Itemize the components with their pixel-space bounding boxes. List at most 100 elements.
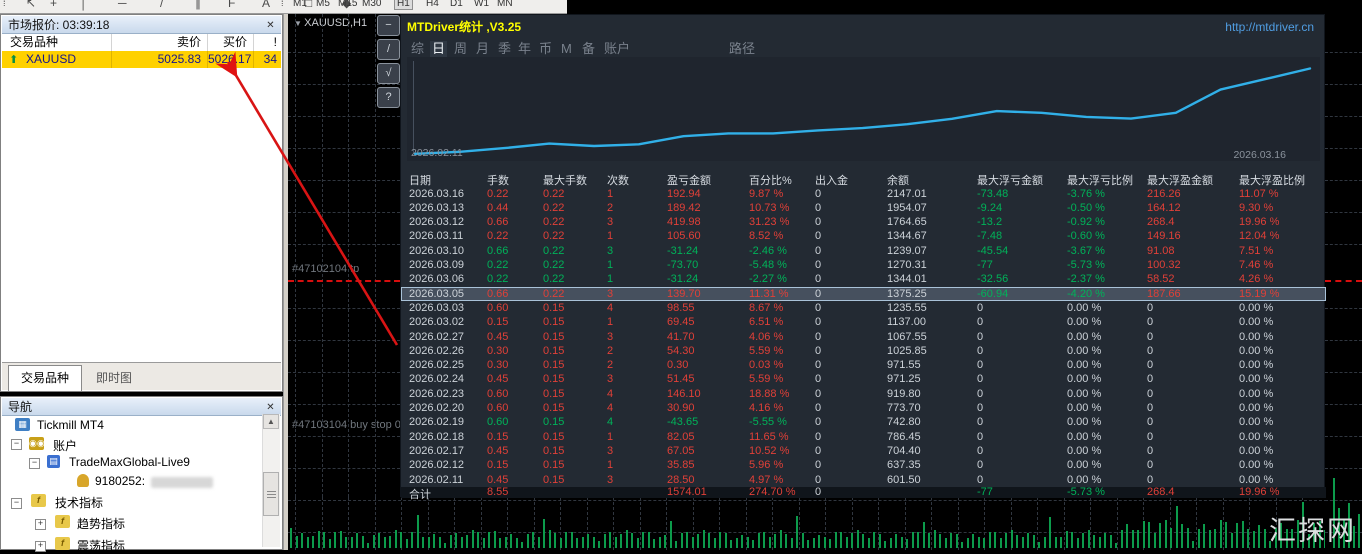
- market-watch-titlebar[interactable]: 市场报价: 03:39:18 ✕: [2, 16, 281, 34]
- fibonacci-icon[interactable]: F: [228, 0, 235, 10]
- stats-row-2026.02.11[interactable]: 2026.02.110.450.15328.504.97 %0601.5000.…: [401, 473, 1326, 487]
- timeframe-mn[interactable]: MN: [497, 0, 513, 9]
- vline-icon[interactable]: │: [80, 0, 88, 10]
- timeframe-h1[interactable]: H1: [394, 0, 413, 10]
- stats-row-2026.02.20[interactable]: 2026.02.200.600.15430.904.16 %0773.7000.…: [401, 401, 1326, 415]
- tree-item-indicators[interactable]: 技术指标: [55, 494, 103, 511]
- stats-row-2026.03.02[interactable]: 2026.03.020.150.15169.456.51 %01137.0000…: [401, 315, 1326, 329]
- gridline: [1325, 52, 1362, 53]
- stats-row-2026.03.06[interactable]: 2026.03.060.220.221-31.24-2.27 %01344.01…: [401, 272, 1326, 286]
- stats-tab-7[interactable]: M: [559, 41, 574, 57]
- timeframe-h4[interactable]: H4: [426, 0, 439, 9]
- tree-item-broker[interactable]: Tickmill MT4: [37, 418, 104, 432]
- stats-row-2026.02.18[interactable]: 2026.02.180.150.15182.0511.65 %0786.4500…: [401, 430, 1326, 444]
- close-icon[interactable]: ✕: [264, 19, 277, 32]
- cell: 0: [977, 345, 983, 357]
- timeframe-m15[interactable]: M15: [338, 0, 357, 9]
- text-icon[interactable]: A: [262, 0, 270, 10]
- stats-row-2026.02.24[interactable]: 2026.02.240.450.15351.455.59 %0971.2500.…: [401, 372, 1326, 386]
- stats-tab-2[interactable]: 周: [452, 41, 469, 57]
- timeframe-m1[interactable]: M1: [293, 0, 307, 9]
- total-cell: -77: [977, 486, 993, 498]
- cell: 0: [1147, 359, 1153, 371]
- column-ask[interactable]: 买价: [208, 34, 254, 51]
- channel-icon[interactable]: ∥: [195, 0, 201, 10]
- volume-bar: [802, 533, 804, 548]
- expand-icon[interactable]: +: [35, 541, 46, 552]
- volume-bar: [290, 528, 292, 548]
- timeframe-w1[interactable]: W1: [474, 0, 489, 9]
- cell: 4.26 %: [1239, 273, 1273, 285]
- trendline-icon[interactable]: /: [377, 39, 400, 60]
- column-symbol[interactable]: 交易品种: [2, 34, 112, 51]
- volume-bar: [1077, 538, 1079, 548]
- cell: 704.40: [887, 445, 921, 457]
- cursor-icon[interactable]: ↖: [26, 0, 36, 10]
- cell: 0.00 %: [1067, 345, 1101, 357]
- stats-row-2026.03.03[interactable]: 2026.03.030.600.15498.558.67 %01235.5500…: [401, 301, 1326, 315]
- navigator-titlebar[interactable]: 导航 ✕: [2, 398, 281, 416]
- collapse-icon[interactable]: −: [11, 498, 22, 509]
- stats-row-2026.03.13[interactable]: 2026.03.130.440.222189.4210.73 %01954.07…: [401, 201, 1326, 215]
- collapse-icon[interactable]: −: [11, 439, 22, 450]
- stats-row-2026.02.26[interactable]: 2026.02.260.300.15254.305.59 %01025.8500…: [401, 344, 1326, 358]
- stats-row-2026.03.11[interactable]: 2026.03.110.220.221105.608.52 %01344.67-…: [401, 229, 1326, 243]
- stats-path-button[interactable]: 路径: [729, 41, 755, 57]
- crosshair-icon[interactable]: +: [50, 0, 57, 10]
- tab-tick-chart[interactable]: 即时图: [86, 368, 142, 388]
- tab-symbols[interactable]: 交易品种: [8, 365, 82, 391]
- stats-row-2026.02.25[interactable]: 2026.02.250.300.1520.300.03 %0971.5500.0…: [401, 358, 1326, 372]
- quote-row-xauusd[interactable]: ⬆ XAUUSD 5025.83 5026.17 34: [2, 51, 281, 68]
- volume-bar: [1005, 533, 1007, 548]
- tree-item-accounts[interactable]: 账户: [53, 437, 77, 454]
- cell: 637.35: [887, 459, 921, 471]
- stats-row-2026.02.19[interactable]: 2026.02.190.600.154-43.65-5.55 %0742.800…: [401, 415, 1326, 429]
- stats-row-2026.02.27[interactable]: 2026.02.270.450.15341.704.06 %01067.5500…: [401, 330, 1326, 344]
- tree-item-account-number[interactable]: 9180252:: [95, 474, 145, 488]
- stats-row-2026.03.12[interactable]: 2026.03.120.660.223419.9831.23 %01764.65…: [401, 215, 1326, 229]
- chart-symbol-label[interactable]: ▼ XAUUSD,H1: [294, 17, 367, 29]
- timeframe-m30[interactable]: M30: [362, 0, 381, 9]
- cell: 0.45: [487, 445, 508, 457]
- timeframe-m5[interactable]: M5: [316, 0, 330, 9]
- stats-tab-6[interactable]: 币: [537, 41, 554, 57]
- column-bid[interactable]: 卖价: [112, 34, 208, 51]
- tree-item-oscillator-indicators[interactable]: 震荡指标: [77, 537, 125, 554]
- collapse-icon[interactable]: −: [29, 458, 40, 469]
- hline-icon[interactable]: ─: [118, 0, 127, 10]
- stats-row-2026.02.17[interactable]: 2026.02.170.450.15367.0510.52 %0704.4000…: [401, 444, 1326, 458]
- scrollbar-thumb[interactable]: [263, 472, 279, 516]
- help-icon[interactable]: ?: [377, 87, 400, 108]
- stats-tab-4[interactable]: 季: [496, 41, 513, 57]
- stats-row-2026.02.23[interactable]: 2026.02.230.600.154146.1018.88 %0919.800…: [401, 387, 1326, 401]
- column-spread[interactable]: !: [254, 34, 283, 51]
- stats-row-2026.03.16[interactable]: 2026.03.160.220.221192.949.87 %02147.01-…: [401, 187, 1326, 201]
- volume-bar: [554, 533, 556, 548]
- scroll-up-icon[interactable]: ▲: [263, 414, 279, 429]
- minimize-icon[interactable]: −: [377, 15, 400, 36]
- navigator-scrollbar[interactable]: ▲: [262, 414, 280, 547]
- candle-bar: [1358, 514, 1360, 548]
- volume-bar: [428, 537, 430, 548]
- expand-icon[interactable]: +: [35, 519, 46, 530]
- stats-row-2026.03.05[interactable]: 2026.03.050.660.223139.7011.31 %01375.25…: [401, 287, 1326, 301]
- check-icon[interactable]: √: [377, 63, 400, 84]
- stats-row-2026.03.09[interactable]: 2026.03.090.220.221-73.70-5.48 %01270.31…: [401, 258, 1326, 272]
- stats-url-link[interactable]: http://mtdriver.cn: [1225, 20, 1314, 34]
- stats-tab-5[interactable]: 年: [516, 41, 533, 57]
- cell: 1: [607, 230, 613, 242]
- trendline-icon[interactable]: /: [160, 0, 163, 10]
- stats-tab-9[interactable]: 账户: [602, 41, 632, 57]
- tree-item-trend-indicators[interactable]: 趋势指标: [77, 515, 125, 532]
- stats-tab-1[interactable]: 日: [430, 41, 447, 57]
- stats-row-2026.02.12[interactable]: 2026.02.120.150.15135.855.96 %0637.3500.…: [401, 458, 1326, 472]
- stats-tab-8[interactable]: 备: [580, 41, 597, 57]
- volume-bar: [1154, 533, 1156, 548]
- tree-item-server[interactable]: TradeMaxGlobal-Live9: [69, 455, 190, 469]
- stats-tab-3[interactable]: 月: [474, 41, 491, 57]
- timeframe-d1[interactable]: D1: [450, 0, 463, 9]
- close-icon[interactable]: ✕: [264, 401, 277, 414]
- stats-row-2026.03.10[interactable]: 2026.03.100.660.223-31.24-2.46 %01239.07…: [401, 244, 1326, 258]
- gridline: [375, 497, 376, 550]
- stats-tab-0[interactable]: 综: [409, 41, 426, 57]
